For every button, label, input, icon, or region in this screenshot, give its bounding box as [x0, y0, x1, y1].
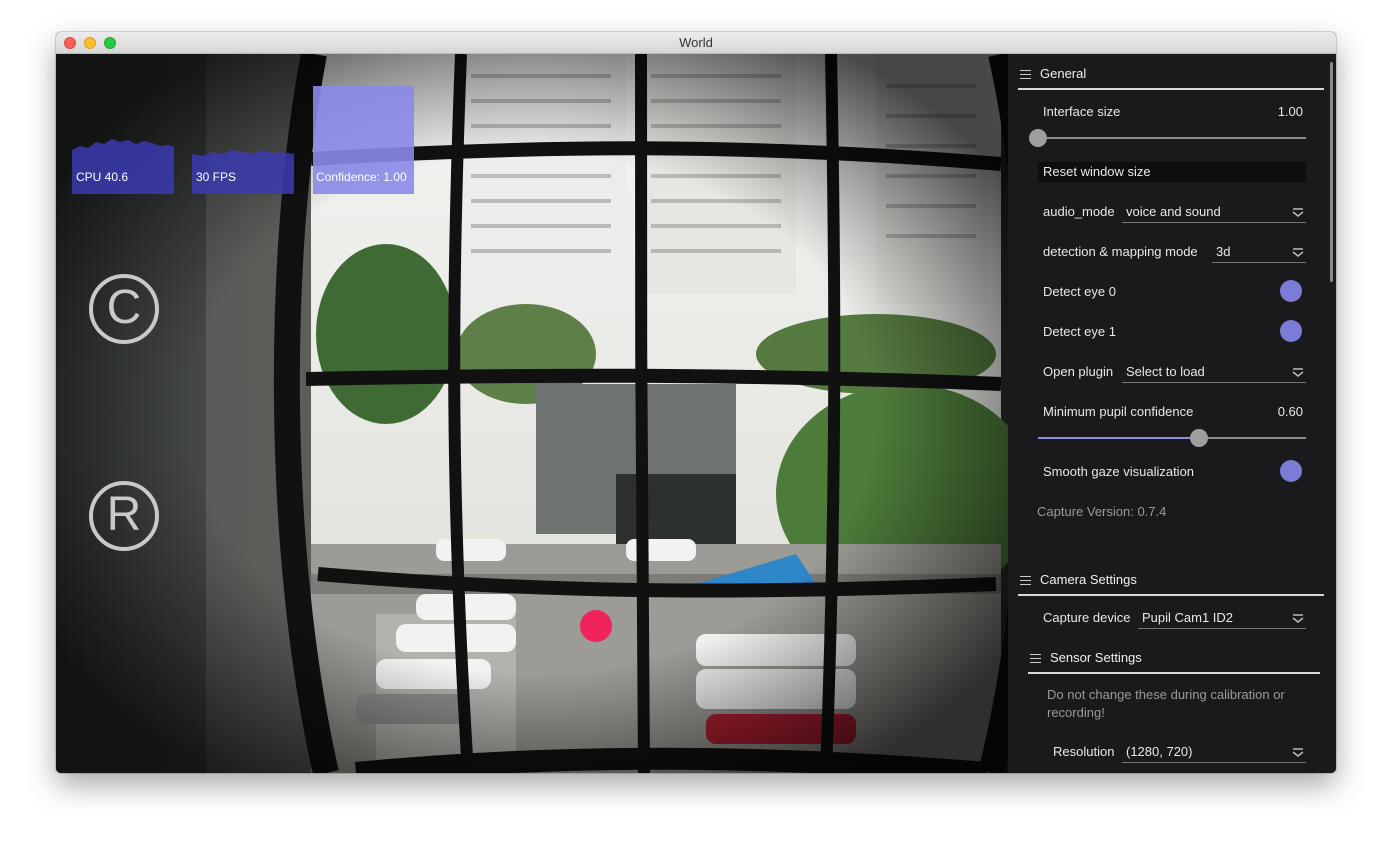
app-window: World CPU 40.6 30 FPS Confidence: 1.00 C… [56, 32, 1336, 773]
smooth-gaze-toggle[interactable] [1280, 460, 1302, 482]
cpu-graph [72, 139, 174, 194]
chevron-down-icon [1292, 208, 1304, 217]
chevron-down-icon [1292, 248, 1304, 257]
general-menu-header[interactable]: General [1018, 64, 1324, 90]
resolution-label: Resolution [1053, 744, 1115, 759]
audio-mode-value: voice and sound [1126, 204, 1221, 219]
world-view: CPU 40.6 30 FPS Confidence: 1.00 C R Gen… [56, 54, 1336, 773]
capture-device-label: Capture device [1043, 610, 1131, 625]
audio-mode-label: audio_mode [1043, 204, 1115, 219]
detect-eye1-row: Detect eye 1 [1043, 322, 1303, 342]
sensor-settings-header[interactable]: Sensor Settings [1028, 648, 1320, 674]
divider [1018, 594, 1324, 596]
divider [1018, 88, 1324, 90]
interface-size-value: 1.00 [1277, 104, 1303, 119]
close-window-button[interactable] [64, 37, 76, 49]
min-pupil-confidence-value: 0.60 [1277, 404, 1303, 419]
interface-size-slider[interactable] [1038, 137, 1306, 139]
settings-sidebar: General Interface size 1.00 Reset window… [1008, 54, 1336, 773]
gaze-point [580, 610, 612, 642]
minimize-window-button[interactable] [84, 37, 96, 49]
capture-device-value: Pupil Cam1 ID2 [1142, 610, 1234, 625]
detect-eye0-row: Detect eye 0 [1043, 282, 1303, 302]
sensor-settings-title: Sensor Settings [1050, 650, 1142, 665]
interface-size-row: Interface size 1.00 [1043, 102, 1303, 122]
resolution-select[interactable]: (1280, 720) [1122, 742, 1306, 763]
min-pupil-confidence-fill [1038, 437, 1199, 439]
maximize-window-button[interactable] [104, 37, 116, 49]
confidence-label: Confidence: 1.00 [316, 170, 407, 184]
capture-c-icon[interactable]: C [89, 274, 159, 344]
smooth-gaze-row: Smooth gaze visualization [1043, 462, 1303, 482]
sidebar-scrollbar[interactable] [1330, 62, 1333, 282]
camera-settings-title: Camera Settings [1040, 572, 1137, 587]
cpu-label: CPU 40.6 [76, 170, 129, 184]
detection-mode-label: detection & mapping mode [1043, 244, 1198, 259]
min-pupil-confidence-knob[interactable] [1190, 429, 1208, 447]
general-title: General [1040, 66, 1087, 81]
resolution-value: (1280, 720) [1126, 744, 1193, 759]
menu-icon [1020, 576, 1031, 585]
detection-mode-select[interactable]: 3d [1212, 242, 1306, 263]
interface-size-label: Interface size [1043, 104, 1121, 119]
open-plugin-select[interactable]: Select to load [1122, 362, 1306, 383]
window-title: World [679, 35, 713, 50]
reset-window-size-button[interactable]: Reset window size [1038, 162, 1306, 182]
min-pupil-confidence-row: Minimum pupil confidence 0.60 [1043, 402, 1303, 422]
open-plugin-value: Select to load [1126, 364, 1205, 379]
record-r-icon[interactable]: R [89, 481, 159, 551]
fps-label: 30 FPS [196, 170, 237, 184]
smooth-gaze-label: Smooth gaze visualization [1043, 464, 1195, 479]
capture-device-select[interactable]: Pupil Cam1 ID2 [1138, 608, 1306, 629]
camera-settings-header[interactable]: Camera Settings [1018, 570, 1324, 596]
chevron-down-icon [1292, 614, 1304, 623]
detect-eye1-label: Detect eye 1 [1043, 324, 1116, 339]
interface-size-knob[interactable] [1029, 129, 1047, 147]
reset-window-size-label: Reset window size [1043, 164, 1151, 179]
divider [1028, 672, 1320, 674]
detect-eye1-toggle[interactable] [1280, 320, 1302, 342]
detection-mode-value: 3d [1216, 244, 1231, 259]
audio-mode-select[interactable]: voice and sound [1122, 202, 1306, 223]
camera-feed[interactable]: CPU 40.6 30 FPS Confidence: 1.00 C R [56, 54, 1008, 773]
chevron-down-icon [1292, 748, 1304, 757]
sensor-warning: Do not change these during calibration o… [1047, 687, 1285, 720]
open-plugin-label: Open plugin [1043, 364, 1114, 379]
min-pupil-confidence-label: Minimum pupil confidence [1043, 404, 1194, 419]
menu-icon [1030, 654, 1041, 663]
detect-eye0-label: Detect eye 0 [1043, 284, 1116, 299]
detect-eye0-toggle[interactable] [1280, 280, 1302, 302]
chevron-down-icon [1292, 368, 1304, 377]
capture-version: Capture Version: 0.7.4 [1037, 504, 1167, 519]
menu-icon [1020, 70, 1031, 79]
title-bar: World [56, 32, 1336, 54]
